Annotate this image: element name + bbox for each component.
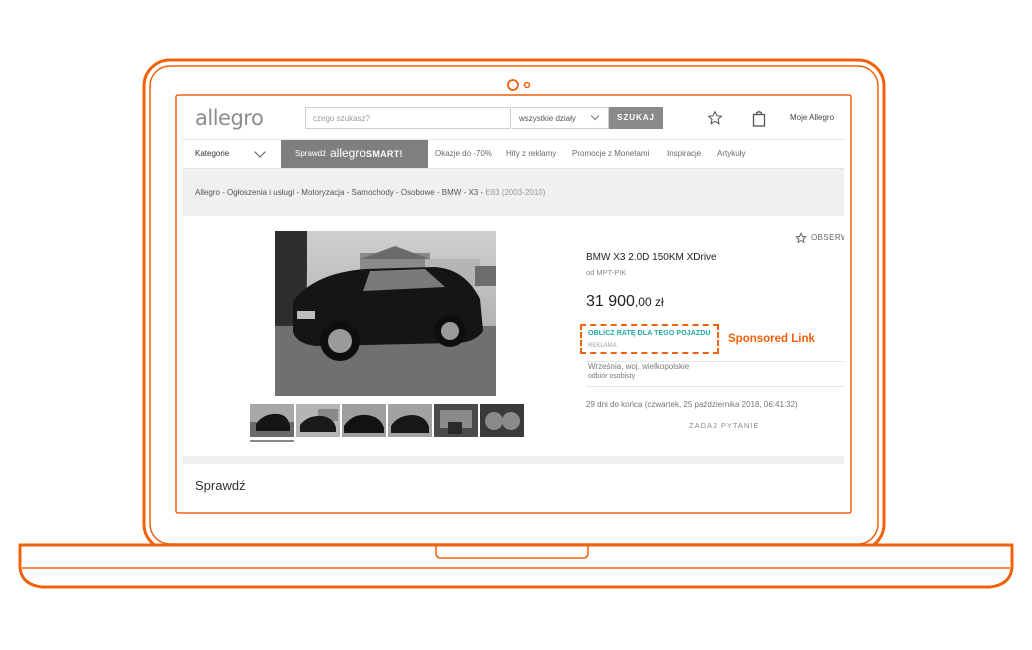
- pickup-option: odbiór osobisty: [588, 373, 636, 380]
- thumbnail[interactable]: [296, 404, 340, 437]
- price: 31 900,00 zł: [586, 293, 664, 310]
- ad-link[interactable]: OBLICZ RATĘ DLA TEGO POJAZDU: [588, 330, 711, 337]
- allegro-logo[interactable]: allegro: [195, 106, 264, 130]
- top-header: allegro czego szukasz? wszystkie działy …: [183, 101, 844, 140]
- my-allegro-link[interactable]: Moje Allegro: [790, 113, 834, 122]
- sponsored-link-annotation: Sponsored Link: [728, 333, 815, 345]
- car-photo[interactable]: [275, 231, 496, 396]
- chevron-down-icon: [254, 146, 266, 158]
- ask-question-button[interactable]: ZADAJ PYTANIE: [689, 421, 759, 430]
- section-divider: [183, 456, 844, 464]
- nav-link-inspiracje[interactable]: Inspiracje: [667, 140, 701, 168]
- thumbnail[interactable]: [388, 404, 432, 437]
- car-image: [275, 231, 496, 396]
- smart-brand: allegroSMART!: [330, 146, 403, 160]
- nav-link-hity[interactable]: Hity z reklamy: [506, 140, 556, 168]
- breadcrumb-item[interactable]: Motoryzacja: [301, 188, 344, 197]
- bag-icon[interactable]: [752, 110, 766, 127]
- section-heading: Sprawdź: [195, 478, 246, 493]
- chevron-down-icon: [590, 111, 600, 121]
- breadcrumb: Allegro - Ogłoszenia i usługi - Motoryza…: [195, 188, 546, 197]
- divider: [586, 386, 844, 387]
- category-select[interactable]: wszystkie działy: [512, 107, 609, 129]
- breadcrumb-bar: Allegro - Ogłoszenia i usługi - Motoryza…: [183, 169, 844, 216]
- thumbnail[interactable]: [434, 404, 478, 437]
- search-button[interactable]: SZUKAJ: [609, 107, 663, 129]
- search-input[interactable]: czego szukasz?: [305, 107, 511, 129]
- sponsored-ad-box[interactable]: OBLICZ RATĘ DLA TEGO POJAZDU REKLAMA: [580, 324, 719, 354]
- breadcrumb-item[interactable]: Allegro: [195, 188, 220, 197]
- location: Września, woj. wielkopolskie: [588, 362, 690, 371]
- thumbnail[interactable]: [480, 404, 524, 437]
- thumbnail[interactable]: [250, 404, 294, 437]
- browser-screen: allegro czego szukasz? wszystkie działy …: [183, 101, 844, 508]
- smart-prefix: Sprawdź: [295, 149, 327, 158]
- main-nav: Kategorie Sprawdź allegroSMART! Okazje d…: [183, 140, 844, 169]
- star-icon[interactable]: [707, 110, 723, 126]
- thumbnail[interactable]: [342, 404, 386, 437]
- listing-title: BMW X3 2.0D 150KM XDrive: [586, 252, 717, 263]
- nav-link-promocje[interactable]: Promocje z Monetami: [572, 140, 649, 168]
- breadcrumb-item[interactable]: X3: [468, 188, 478, 197]
- thumbnail-active-indicator: [250, 440, 294, 442]
- breadcrumb-item[interactable]: Samochody: [352, 188, 394, 197]
- breadcrumb-current: E83 (2003-2010): [485, 188, 546, 197]
- observe-link[interactable]: OBSERW: [811, 233, 844, 242]
- listing-main: OBSERW BMW X3 2.0D 150KM XDrive od MPT-P…: [183, 216, 844, 456]
- breadcrumb-item[interactable]: Ogłoszenia i usługi: [227, 188, 294, 197]
- ad-label: REKLAMA: [588, 343, 617, 349]
- breadcrumb-item[interactable]: Osobowe: [401, 188, 435, 197]
- categories-dropdown[interactable]: Kategorie: [195, 140, 229, 168]
- star-icon[interactable]: [795, 232, 807, 244]
- listing-end-time: 29 dni do końca (czwartek, 25 październi…: [586, 400, 798, 409]
- allegro-smart-banner[interactable]: Sprawdź allegroSMART!: [281, 140, 428, 168]
- breadcrumb-item[interactable]: BMW: [442, 188, 462, 197]
- nav-link-okazje[interactable]: Okazje do -70%: [435, 140, 492, 168]
- nav-link-artykuly[interactable]: Artykuły: [717, 140, 745, 168]
- category-select-value: wszystkie działy: [519, 114, 576, 123]
- seller-name[interactable]: od MPT-PIK: [586, 268, 626, 277]
